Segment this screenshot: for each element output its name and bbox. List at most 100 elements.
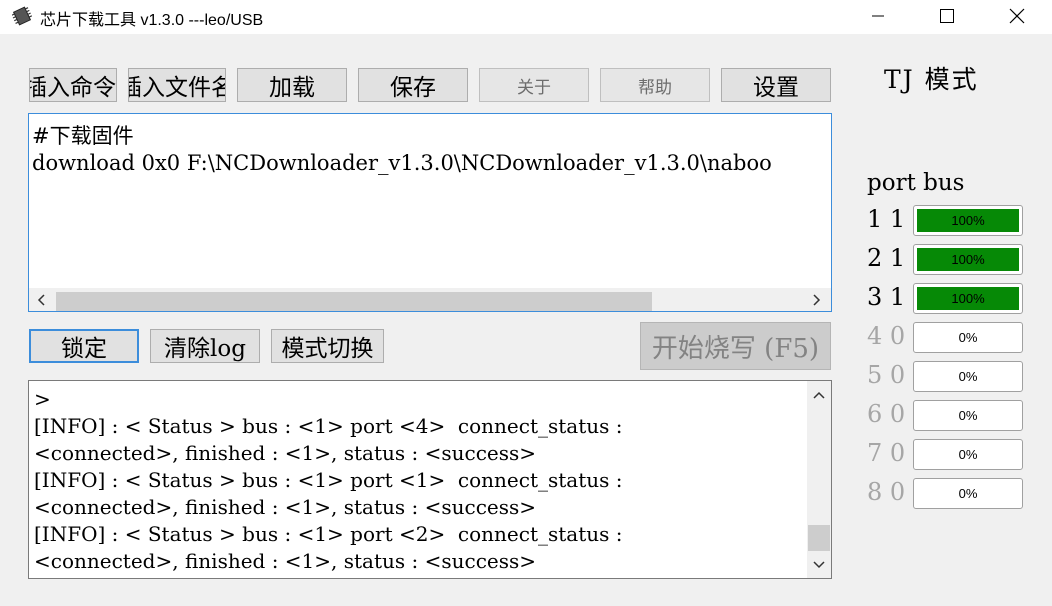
close-button[interactable] xyxy=(994,0,1040,32)
about-button[interactable]: 关于 xyxy=(479,68,589,102)
clear-log-label: 清除log xyxy=(164,336,246,362)
port-number: 3 xyxy=(867,283,883,311)
port-label: 8 0 xyxy=(867,478,905,506)
progress-bar: 100% xyxy=(913,205,1023,236)
load-label: 加载 xyxy=(269,75,315,101)
chip-icon xyxy=(11,6,33,26)
bus-number: 0 xyxy=(889,478,906,506)
log-line: <connected>, finished : <1>, status : <s… xyxy=(34,441,537,465)
progress-bar: 0% xyxy=(913,361,1023,392)
scroll-right-icon[interactable] xyxy=(805,292,829,308)
port-label: 3 1 xyxy=(867,283,905,311)
port-number: 4 xyxy=(867,322,883,350)
progress-text: 0% xyxy=(958,408,978,423)
insert-command-button[interactable]: 插入命令 xyxy=(29,68,117,102)
port-row: 8 0 0% xyxy=(867,478,1027,510)
lock-label: 锁定 xyxy=(61,336,107,362)
port-row: 7 0 0% xyxy=(867,439,1027,471)
port-label: 7 0 xyxy=(867,439,905,467)
progress-text: 0% xyxy=(958,369,978,384)
port-number: 8 xyxy=(867,478,883,506)
port-number: 6 xyxy=(867,400,883,428)
horizontal-scroll-thumb[interactable] xyxy=(56,292,652,311)
editor-line: download 0x0 F:\NCDownloader_v1.3.0\NCDo… xyxy=(32,151,772,175)
about-label: 关于 xyxy=(517,77,551,98)
port-row: 5 0 0% xyxy=(867,361,1027,393)
log-output[interactable]: > [INFO] : < Status > bus : <1> port <4>… xyxy=(28,380,832,579)
maximize-button[interactable] xyxy=(924,0,970,32)
title-bar[interactable]: 芯片下载工具 v1.3.0 ---leo/USB xyxy=(0,0,1052,34)
mode-title: TJ 模式 xyxy=(884,65,979,94)
vertical-scroll-thumb[interactable] xyxy=(808,525,830,551)
scroll-up-icon[interactable] xyxy=(811,387,827,403)
progress-text: 0% xyxy=(958,486,978,501)
progress-bar: 0% xyxy=(913,439,1023,470)
port-label: 5 0 xyxy=(867,361,905,389)
minimize-icon xyxy=(872,10,884,22)
port-label: 2 1 xyxy=(867,244,905,272)
port-row: 4 0 0% xyxy=(867,322,1027,354)
progress-bar: 100% xyxy=(913,244,1023,275)
log-line: [INFO] : < Status > bus : <1> port <4> c… xyxy=(34,414,623,438)
log-line: > xyxy=(34,387,51,411)
port-number: 7 xyxy=(867,439,883,467)
port-row: 6 0 0% xyxy=(867,400,1027,432)
settings-button[interactable]: 设置 xyxy=(721,68,831,102)
help-label: 帮助 xyxy=(638,77,672,98)
settings-label: 设置 xyxy=(753,75,799,101)
port-row: 3 1 100% xyxy=(867,283,1027,315)
log-line: [INFO] : < Status > bus : <1> port <2> c… xyxy=(34,522,623,546)
port-row: 2 1 100% xyxy=(867,244,1027,276)
mode-switch-button[interactable]: 模式切换 xyxy=(271,329,384,363)
port-label: 1 1 xyxy=(867,205,905,233)
log-line: <connected>, finished : <1>, status : <s… xyxy=(34,495,537,519)
bus-number: 0 xyxy=(889,361,906,389)
window-title: 芯片下载工具 v1.3.0 ---leo/USB xyxy=(40,12,264,29)
port-bus-header: port bus xyxy=(867,170,965,196)
clear-log-button[interactable]: 清除log xyxy=(150,329,260,363)
maximize-icon xyxy=(940,9,954,23)
mode-switch-label: 模式切换 xyxy=(281,336,374,362)
progress-bar: 0% xyxy=(913,478,1023,509)
bus-number: 1 xyxy=(889,205,906,233)
help-button[interactable]: 帮助 xyxy=(600,68,710,102)
save-label: 保存 xyxy=(390,75,436,101)
scroll-down-icon[interactable] xyxy=(811,557,827,573)
insert-file-label: 插入文件名 xyxy=(129,75,225,101)
progress-text: 100% xyxy=(951,252,985,267)
script-editor[interactable]: #下载固件 download 0x0 F:\NCDownloader_v1.3.… xyxy=(28,113,832,312)
minimize-button[interactable] xyxy=(855,0,901,32)
port-number: 2 xyxy=(867,244,883,272)
port-number: 1 xyxy=(867,205,883,233)
port-number: 5 xyxy=(867,361,883,389)
editor-line: #下载固件 xyxy=(32,124,134,148)
port-label: 6 0 xyxy=(867,400,905,428)
horizontal-scrollbar[interactable] xyxy=(29,288,831,311)
vertical-scrollbar[interactable] xyxy=(807,381,831,578)
bus-number: 0 xyxy=(889,400,906,428)
bus-number: 0 xyxy=(889,439,906,467)
save-button[interactable]: 保存 xyxy=(358,68,468,102)
progress-bar: 100% xyxy=(913,283,1023,314)
progress-text: 100% xyxy=(951,213,985,228)
close-icon xyxy=(1009,8,1025,24)
log-line: <connected>, finished : <1>, status : <s… xyxy=(34,549,537,573)
progress-text: 100% xyxy=(951,291,985,306)
bus-number: 1 xyxy=(889,244,906,272)
log-line: [INFO] : < Status > bus : <1> port <1> c… xyxy=(34,468,623,492)
port-row: 1 1 100% xyxy=(867,205,1027,237)
start-burn-button[interactable]: 开始烧写 (F5) xyxy=(640,322,831,370)
scroll-left-icon[interactable] xyxy=(29,292,53,308)
bus-number: 0 xyxy=(889,322,906,350)
progress-text: 0% xyxy=(958,447,978,462)
progress-text: 0% xyxy=(958,330,978,345)
progress-bar: 0% xyxy=(913,322,1023,353)
bus-number: 1 xyxy=(889,283,906,311)
lock-button[interactable]: 锁定 xyxy=(29,329,139,363)
start-burn-label: 开始烧写 (F5) xyxy=(651,333,820,364)
progress-bar: 0% xyxy=(913,400,1023,431)
insert-command-label: 插入命令 xyxy=(29,75,116,101)
load-button[interactable]: 加载 xyxy=(237,68,347,102)
insert-file-button[interactable]: 插入文件名 xyxy=(128,68,226,102)
port-label: 4 0 xyxy=(867,322,905,350)
